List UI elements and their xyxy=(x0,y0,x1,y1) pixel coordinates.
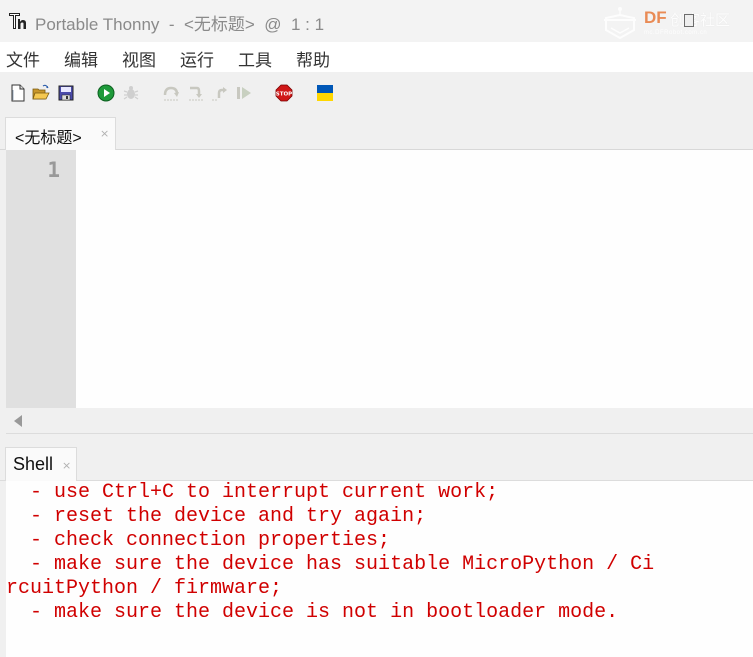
tab-label: <无标题> xyxy=(15,130,82,147)
menu-bar: 文件 编辑 视图 运行 工具 帮助 xyxy=(0,42,753,72)
horizontal-scrollbar[interactable] xyxy=(6,408,753,434)
ukraine-flag-button[interactable] xyxy=(316,84,334,102)
open-folder-icon xyxy=(32,84,50,100)
new-file-icon xyxy=(11,84,25,102)
step-into-button[interactable] xyxy=(187,84,205,102)
save-disk-icon xyxy=(58,85,74,101)
close-icon[interactable]: × xyxy=(62,459,71,472)
close-icon[interactable]: × xyxy=(100,127,109,140)
resume-icon xyxy=(237,87,251,99)
shell-output-line: - make sure the device has suitable Micr… xyxy=(6,553,655,576)
tab-shell[interactable]: Shell × xyxy=(5,447,77,481)
menu-view[interactable]: 视图 xyxy=(122,46,156,71)
menu-tools[interactable]: 工具 xyxy=(238,46,272,71)
save-file-button[interactable] xyxy=(57,84,75,102)
step-out-icon xyxy=(212,87,227,101)
debug-button[interactable] xyxy=(122,84,140,102)
resume-button[interactable] xyxy=(235,84,253,102)
shell-output-line: rcuitPython / firmware; xyxy=(6,577,283,600)
dfrobot-logo-icon xyxy=(604,7,636,40)
menu-run[interactable]: 运行 xyxy=(180,46,214,71)
shell-output-line: - make sure the device is not in bootloa… xyxy=(6,601,619,624)
window-title: Portable Thonny - <无标题> @ 1 : 1 xyxy=(35,15,325,34)
step-into-icon xyxy=(189,86,203,101)
watermark-brand-cn: 创客社区 xyxy=(670,12,731,29)
shell-output-line: - use Ctrl+C to interrupt current work; xyxy=(6,481,499,504)
stop-button[interactable]: STOP xyxy=(275,84,293,102)
toolbar: STOP xyxy=(0,72,753,112)
editor-tab-bar: <无标题> × xyxy=(0,112,753,150)
watermark: DF 创客社区 mc.DFRobot.com.cn xyxy=(600,6,750,40)
line-number: 1 xyxy=(47,158,60,182)
menu-edit[interactable]: 编辑 xyxy=(64,46,98,71)
run-button[interactable] xyxy=(97,84,115,102)
watermark-brand: DF xyxy=(644,8,667,27)
step-out-button[interactable] xyxy=(211,84,229,102)
bug-icon xyxy=(123,86,139,100)
watermark-box-icon xyxy=(684,14,694,27)
step-over-icon xyxy=(163,86,179,101)
menu-help[interactable]: 帮助 xyxy=(296,46,330,71)
code-input-area[interactable] xyxy=(76,150,753,408)
ukraine-flag-icon xyxy=(317,85,333,101)
thonny-logo-icon xyxy=(9,13,26,29)
new-file-button[interactable] xyxy=(9,84,27,102)
stop-sign-icon: STOP xyxy=(275,84,293,102)
stop-label: STOP xyxy=(276,92,292,98)
run-play-icon xyxy=(97,84,115,102)
open-file-button[interactable] xyxy=(32,84,50,102)
menu-file[interactable]: 文件 xyxy=(6,46,40,71)
watermark-url: mc.DFRobot.com.cn xyxy=(644,30,708,36)
shell-tab-label: Shell xyxy=(13,454,54,474)
shell-output-line: - check connection properties; xyxy=(6,529,391,552)
line-number-gutter: 1 xyxy=(6,150,76,408)
shell-console[interactable]: - use Ctrl+C to interrupt current work; … xyxy=(6,481,753,657)
code-editor: 1 xyxy=(6,150,753,408)
tab-untitled[interactable]: <无标题> × xyxy=(5,117,116,150)
shell-tab-bar: Shell × xyxy=(0,435,753,481)
shell-output-line: - reset the device and try again; xyxy=(6,505,427,528)
scroll-left-arrow-icon[interactable] xyxy=(14,415,22,427)
step-over-button[interactable] xyxy=(162,84,180,102)
title-bar: Portable Thonny - <无标题> @ 1 : 1 DF 创客社区 … xyxy=(0,0,753,42)
